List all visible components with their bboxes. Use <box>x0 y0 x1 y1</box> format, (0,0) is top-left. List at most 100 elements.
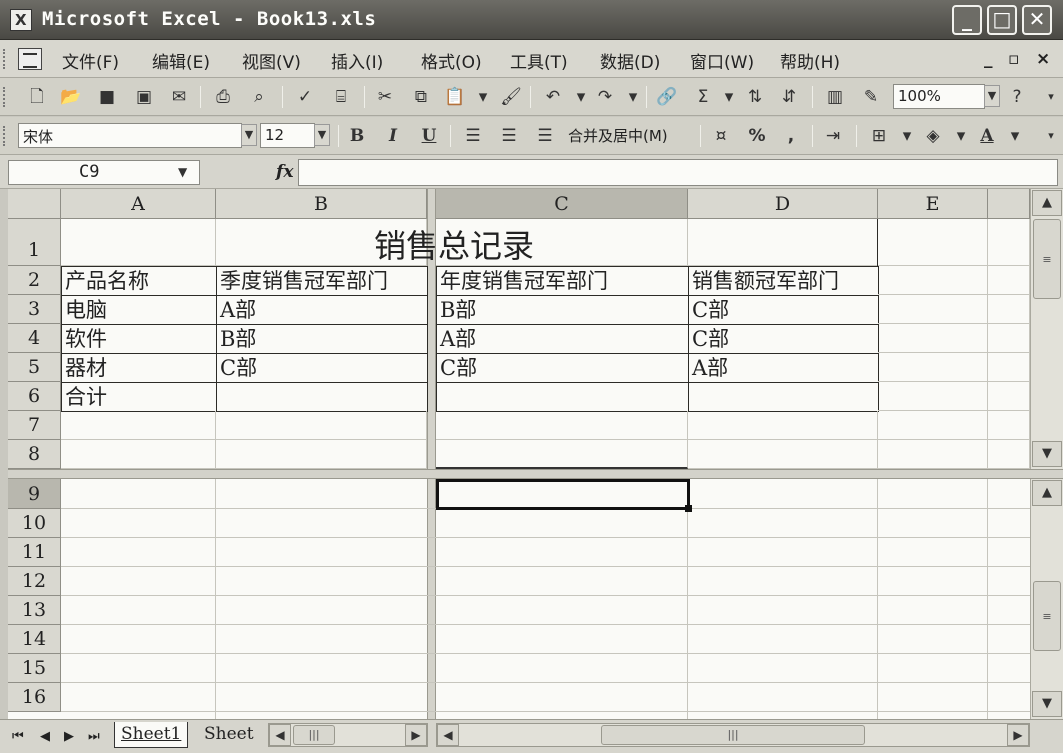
cell-a2[interactable]: 产品名称 <box>61 266 217 296</box>
menu-format[interactable]: 格式(O) <box>421 48 482 73</box>
print-icon[interactable]: ⎙ <box>212 86 234 108</box>
font-color-button[interactable]: A <box>976 125 998 147</box>
row-header-13[interactable]: 13 <box>8 596 61 625</box>
copy-icon[interactable]: ⧉ <box>410 86 432 108</box>
menu-data[interactable]: 数据(D) <box>600 48 660 73</box>
undo-icon[interactable]: ↶ <box>542 86 564 108</box>
cell-b4[interactable]: B部 <box>216 324 428 354</box>
name-box[interactable]: C9 <box>8 160 200 185</box>
cell-b6[interactable] <box>216 382 428 412</box>
cell-b7[interactable] <box>216 411 427 440</box>
new-document-icon[interactable]: 🗋 <box>26 86 48 108</box>
cut-icon[interactable]: ✂ <box>374 86 396 108</box>
row-header-8[interactable]: 8 <box>8 440 61 469</box>
cell-f4[interactable] <box>988 324 1030 353</box>
align-center-icon[interactable]: ☰ <box>498 125 520 147</box>
font-name-input[interactable]: 宋体 <box>18 123 242 148</box>
cell-a3[interactable]: 电脑 <box>61 295 217 325</box>
scroll-left-icon[interactable]: ◀ <box>437 724 459 746</box>
menu-insert[interactable]: 插入(I) <box>331 48 383 73</box>
font-color-dropdown-icon[interactable]: ▾ <box>1004 125 1026 147</box>
cell-f2[interactable] <box>988 266 1030 295</box>
scroll-thumb[interactable]: ||| <box>601 725 865 745</box>
align-right-icon[interactable]: ☰ <box>534 125 556 147</box>
cell-e3[interactable] <box>878 295 988 324</box>
close-button[interactable]: ✕ <box>1022 5 1052 35</box>
scroll-down-icon[interactable]: ▼ <box>1032 691 1062 717</box>
align-left-icon[interactable]: ☰ <box>462 125 484 147</box>
active-cell-c9[interactable] <box>436 479 690 510</box>
cell-c2[interactable]: 年度销售冠军部门 <box>436 266 689 296</box>
autosum-dropdown-icon[interactable]: ▾ <box>718 86 740 108</box>
cell-f3[interactable] <box>988 295 1030 324</box>
bottom-vertical-scrollbar[interactable]: ▲ ≡ ▼ <box>1030 479 1063 719</box>
row-header-2[interactable]: 2 <box>8 266 61 295</box>
scroll-up-icon[interactable]: ▲ <box>1032 190 1062 216</box>
row-header-9[interactable]: 9 <box>8 479 61 509</box>
scroll-right-icon[interactable]: ▶ <box>1007 724 1029 746</box>
row-header-5[interactable]: 5 <box>8 353 61 382</box>
tab-sheet2[interactable]: Sheet <box>198 722 260 748</box>
row-header-10[interactable]: 10 <box>8 509 61 538</box>
insert-function-icon[interactable]: fx <box>276 162 293 182</box>
font-size-input[interactable]: 12 <box>260 123 315 148</box>
cell-a5[interactable]: 器材 <box>61 353 217 383</box>
row-header-6[interactable]: 6 <box>8 382 61 411</box>
row-header-15[interactable]: 15 <box>8 654 61 683</box>
cell-d2[interactable]: 销售额冠军部门 <box>688 266 879 296</box>
row-header-4[interactable]: 4 <box>8 324 61 353</box>
menu-tools[interactable]: 工具(T) <box>510 48 568 73</box>
toolbar-options-icon[interactable]: ▾ <box>1040 86 1062 108</box>
autosum-icon[interactable]: Σ <box>692 86 714 108</box>
cell-f7[interactable] <box>988 411 1030 440</box>
cell-e7[interactable] <box>878 411 988 440</box>
sort-ascending-icon[interactable]: ⇅ <box>744 86 766 108</box>
row-header-12[interactable]: 12 <box>8 567 61 596</box>
italic-button[interactable]: I <box>382 125 404 147</box>
format-painter-icon[interactable]: 🖌 <box>500 86 522 108</box>
last-sheet-icon[interactable]: ⏭ <box>88 729 100 744</box>
cell-d1[interactable] <box>688 219 878 266</box>
cell-b3[interactable]: A部 <box>216 295 428 325</box>
spelling-icon[interactable]: ✓ <box>294 86 316 108</box>
maximize-button[interactable]: □ <box>987 5 1017 35</box>
menu-edit[interactable]: 编辑(E) <box>152 48 210 73</box>
scroll-down-icon[interactable]: ▼ <box>1032 441 1062 467</box>
cell-e8[interactable] <box>878 440 988 469</box>
save-icon[interactable]: ■ <box>96 86 118 108</box>
toolbar-grip-handle[interactable] <box>3 87 7 107</box>
indent-icon[interactable]: ⇥ <box>822 125 844 147</box>
redo-icon[interactable]: ↷ <box>594 86 616 108</box>
email-icon[interactable]: ✉ <box>168 86 190 108</box>
currency-icon[interactable]: ¤ <box>710 125 732 147</box>
previous-sheet-icon[interactable]: ◀ <box>40 729 50 744</box>
menu-grip-handle[interactable] <box>3 49 7 69</box>
row-header-16[interactable]: 16 <box>8 683 61 712</box>
document-icon[interactable] <box>18 48 42 70</box>
fill-handle[interactable] <box>685 505 692 512</box>
doc-close-button[interactable]: × <box>1036 49 1050 69</box>
name-box-dropdown-icon[interactable]: ▼ <box>178 165 187 179</box>
menu-view[interactable]: 视图(V) <box>242 48 301 73</box>
tab-sheet1[interactable]: Sheet1 <box>114 722 189 748</box>
horizontal-split-bar[interactable] <box>8 469 1063 479</box>
cell-e5[interactable] <box>878 353 988 382</box>
font-name-dropdown-button[interactable]: ▼ <box>241 124 257 146</box>
cell-e6[interactable] <box>878 382 988 411</box>
fill-color-dropdown-icon[interactable]: ▾ <box>950 125 972 147</box>
formula-input[interactable] <box>298 159 1058 186</box>
toolbar-options-icon[interactable]: ▾ <box>1040 125 1062 147</box>
percent-button[interactable]: % <box>746 125 768 147</box>
cell-d8[interactable] <box>688 440 878 469</box>
bold-button[interactable]: B <box>346 125 368 147</box>
print-preview-icon[interactable]: ⌕ <box>248 86 270 108</box>
permission-icon[interactable]: ▣ <box>133 86 155 108</box>
cell-b8[interactable] <box>216 440 427 469</box>
drawing-icon[interactable]: ✎ <box>860 86 882 108</box>
sort-descending-icon[interactable]: ⇵ <box>778 86 800 108</box>
undo-dropdown-icon[interactable]: ▾ <box>570 86 592 108</box>
cell-a7[interactable] <box>61 411 216 440</box>
cell-c5[interactable]: C部 <box>436 353 689 383</box>
merge-center-button[interactable]: 合并及居中(M) <box>568 125 668 146</box>
cell-d6[interactable] <box>688 382 879 412</box>
